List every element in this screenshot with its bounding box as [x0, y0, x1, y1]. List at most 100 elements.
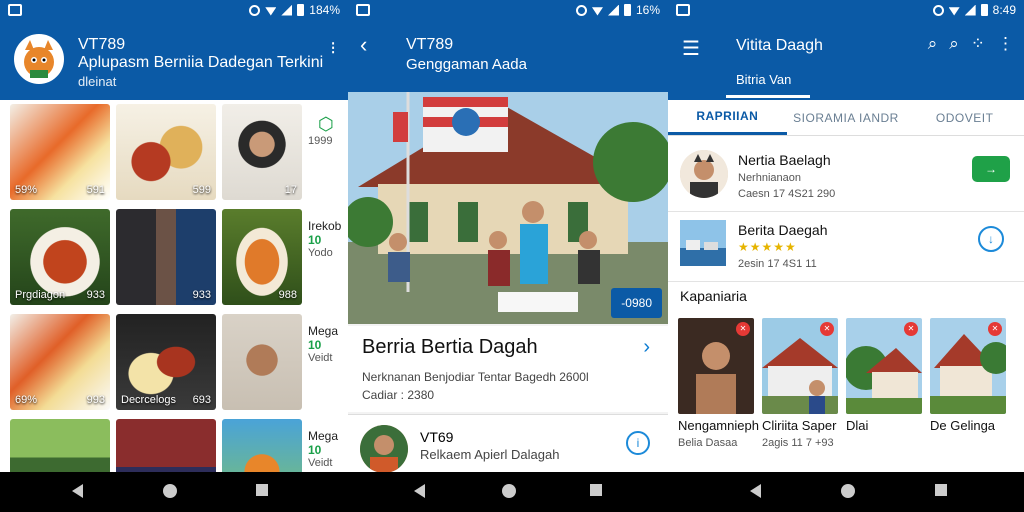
subtab-label[interactable]: Bitria Van [736, 72, 791, 87]
home-nav-icon[interactable] [502, 484, 516, 498]
tab-odoveit[interactable]: ODOVEIT [905, 100, 1024, 135]
notification-icon [676, 4, 690, 16]
tile-label: Decrcelogs [121, 394, 177, 406]
tiger-mascot-icon [24, 40, 54, 78]
avatar [360, 425, 408, 473]
home-nav-icon[interactable] [841, 484, 855, 498]
tile-count: 933 [86, 289, 105, 301]
side-green-value: 10 [308, 443, 322, 457]
badge-icon: ✕ [820, 322, 834, 336]
list-item[interactable]: Berita Daegah ★★★★★ 2esin 17 4S1 11 ↓ [668, 212, 1024, 282]
avatar [680, 150, 728, 198]
app-bar: ‹ VT789 Genggaman Aada [348, 20, 668, 92]
app-subtitle-2: dleinat [78, 74, 117, 89]
item-thumbnail [680, 220, 726, 266]
status-bar: 184% [0, 0, 348, 20]
side-info: ⬡ 1999 [308, 104, 348, 200]
app-title: Vitita Daagh [736, 37, 823, 54]
grid-tile[interactable]: 59% 591 [10, 104, 110, 200]
comment-item[interactable]: VT69 Relkaem Apierl Dalagah i [348, 414, 668, 476]
card-caption: Cliriita Saper [762, 418, 837, 433]
badge-icon: ✕ [988, 322, 1002, 336]
side-sub: Veidt [308, 457, 333, 469]
app-title: VT789 [78, 36, 126, 53]
overflow-menu-icon[interactable]: ⋮ [997, 34, 1014, 54]
wifi-icon [265, 7, 277, 16]
article-card[interactable]: Berria Bertia Dagah › Nerknanan Benjodia… [348, 326, 668, 412]
side-info: Irekob 10 Yodo [308, 209, 348, 305]
article-description: Nerknanan Benjodiar Tentar Bagedh 2600l [362, 370, 589, 384]
wifi-icon [591, 7, 603, 16]
tile-count: 988 [278, 289, 297, 301]
grid-tile[interactable]: Prgdiagon 933 [10, 209, 110, 305]
media-card[interactable]: ✕ Cliriita Saper 2agis 11 7 +93 [762, 318, 838, 449]
tile-count: 693 [192, 394, 211, 406]
media-card[interactable]: ✕ Dlai [846, 318, 922, 449]
back-nav-icon[interactable] [414, 484, 425, 498]
download-circle-icon[interactable]: ↓ [978, 226, 1004, 252]
grid-tile[interactable]: 599 [116, 104, 216, 200]
grid-tile[interactable]: 69% 993 [10, 314, 110, 410]
battery-text: 184% [309, 3, 340, 17]
item-subtitle: Nerhnianaon [738, 172, 801, 184]
grid-tile[interactable]: 988 [222, 209, 302, 305]
media-card[interactable]: ✕ Nengamnieph Belia Dasaa [678, 318, 759, 449]
signal-icon [607, 4, 619, 16]
card-subcaption: 2agis 11 7 +93 [762, 437, 834, 449]
search-icon-2[interactable]: ⌕ [949, 34, 959, 54]
side-title: Mega [308, 324, 339, 338]
forward-button[interactable]: → [972, 156, 1010, 182]
home-nav-icon[interactable] [163, 484, 177, 498]
app-logo[interactable] [14, 34, 64, 84]
app-bar: VT789 Aplupasm Berniia Dadegan Terkini d… [0, 20, 348, 100]
status-bar: 8:49 [668, 0, 1024, 20]
alarm-icon [575, 4, 587, 16]
recents-nav-icon[interactable] [935, 484, 947, 496]
grid-tile[interactable]: Decrcelogs 693 [116, 314, 216, 410]
grid-dots-icon[interactable]: ⁘ [971, 34, 985, 54]
tile-label: 69% [15, 394, 38, 406]
media-card[interactable]: ✕ De Gelinga [930, 318, 1006, 449]
system-nav-bar [0, 472, 1024, 512]
list-item[interactable]: Nertia Baelagh Nerhnianaon Caesn 17 4S21… [668, 142, 1024, 212]
rating-stars: ★★★★★ [738, 240, 797, 254]
hamburger-menu-icon[interactable]: ☰ [682, 36, 700, 61]
side-green-value: 10 [308, 233, 322, 247]
app-subtitle: Genggaman Aada [406, 56, 527, 73]
overflow-menu-icon[interactable]: ⁝ [330, 38, 336, 59]
recents-nav-icon[interactable] [590, 484, 602, 496]
signal-icon [281, 4, 293, 16]
grid-tile[interactable]: 17 [222, 104, 302, 200]
article-title: Berria Bertia Dagah [362, 336, 538, 358]
tab-rapriian[interactable]: RAPRIIAN [668, 100, 787, 135]
recents-nav-icon[interactable] [256, 484, 268, 496]
item-title: Nertia Baelagh [738, 152, 831, 168]
back-arrow-icon[interactable]: ‹ [360, 32, 367, 58]
grid-tile[interactable]: 933 [116, 209, 216, 305]
screen-article: 16% ‹ VT789 Genggaman Aada -0980 Berria … [348, 0, 668, 512]
battery-text: 16% [635, 3, 660, 17]
app-bar: ☰ Vitita Daagh ⌕ ⌕ ⁘ ⋮ Bitria Van [668, 20, 1024, 100]
chevron-right-icon[interactable]: › [643, 336, 650, 359]
info-circle-icon[interactable]: i [626, 431, 650, 455]
back-nav-icon[interactable] [72, 484, 83, 498]
search-icon[interactable]: ⌕ [928, 34, 938, 54]
subtab-indicator [726, 95, 810, 98]
tab-sioramia[interactable]: SIORAMIA IANDR [787, 100, 906, 135]
back-nav-icon[interactable] [750, 484, 761, 498]
battery-icon [980, 4, 988, 16]
battery-icon [297, 4, 305, 16]
app-title: VT789 [406, 36, 454, 53]
side-count: 1999 [308, 135, 333, 147]
card-caption: Nengamnieph [678, 418, 759, 433]
card-thumbnail: ✕ [930, 318, 1006, 414]
grid-tile[interactable] [222, 314, 302, 410]
green-leaf-icon: ⬡ [318, 114, 334, 134]
badge-icon: ✕ [904, 322, 918, 336]
badge-icon: ✕ [736, 322, 750, 336]
side-green-value: 10 [308, 338, 322, 352]
card-caption: Dlai [846, 418, 869, 433]
hero-image[interactable]: -0980 [348, 92, 668, 324]
battery-icon [623, 4, 631, 16]
notification-icon [8, 4, 22, 16]
